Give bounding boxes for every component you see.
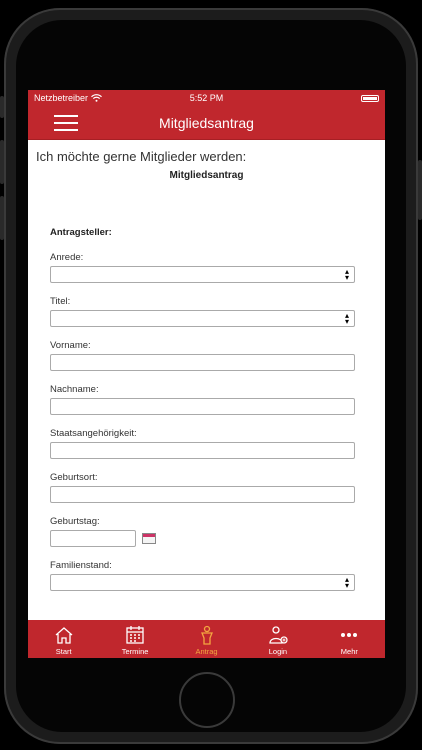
tab-start[interactable]: Start — [28, 620, 99, 658]
battery-icon — [361, 94, 379, 102]
tab-label: Start — [55, 647, 72, 656]
anrede-field: Anrede: ▴ ▾ — [50, 252, 355, 283]
volume-up-button — [0, 140, 4, 184]
familienstand-label: Familienstand: — [50, 560, 112, 571]
nachname-field: Nachname: — [50, 384, 355, 415]
familienstand-field: Familienstand: ▴ ▾ — [50, 560, 355, 591]
form-subtitle: Mitgliedsantrag — [169, 170, 244, 181]
tab-login[interactable]: Login — [242, 620, 313, 658]
geburtsort-label: Geburtsort: — [50, 472, 98, 483]
user-add-icon — [269, 626, 288, 644]
tab-antrag[interactable]: Antrag — [171, 620, 242, 658]
geburtsort-input[interactable] — [50, 486, 355, 503]
nachname-label: Nachname: — [50, 384, 99, 395]
volume-down-button — [0, 196, 4, 240]
titel-select[interactable]: ▴ ▾ — [50, 310, 355, 327]
mute-switch — [0, 96, 4, 118]
vorname-input[interactable] — [50, 354, 355, 371]
carrier-label: Netzbetreiber — [34, 93, 89, 103]
page-title: Mitgliedsantrag — [159, 114, 254, 131]
staat-input[interactable] — [50, 442, 355, 459]
nachname-input[interactable] — [50, 398, 355, 415]
chevron-updown-icon: ▴ ▾ — [344, 267, 349, 282]
power-button — [418, 160, 422, 220]
person-icon — [200, 625, 213, 645]
tab-bar: Start Termine Antrag Login Mehr — [28, 620, 385, 658]
vorname-label: Vorname: — [50, 340, 91, 351]
staat-label: Staatsangehörigkeit: — [50, 428, 137, 439]
calendar-icon — [126, 626, 144, 644]
date-row — [50, 530, 355, 547]
titel-field: Titel: ▴ ▾ — [50, 296, 355, 327]
staat-field: Staatsangehörigkeit: — [50, 428, 355, 459]
nav-bar: Mitgliedsantrag — [28, 106, 385, 140]
chevron-updown-icon: ▴ ▾ — [344, 311, 349, 326]
vorname-field: Vorname: — [50, 340, 355, 371]
titel-label: Titel: — [50, 296, 71, 307]
tab-label: Mehr — [340, 647, 358, 656]
geburtstag-label: Geburtstag: — [50, 516, 100, 527]
app-screen: Netzbetreiber 5:52 PM Mitgliedsantrag Ic… — [28, 90, 385, 658]
section-heading: Antragsteller: — [50, 227, 112, 238]
geburtstag-input[interactable] — [50, 530, 136, 547]
tab-label: Login — [268, 647, 288, 656]
anrede-select[interactable]: ▴ ▾ — [50, 266, 355, 283]
calendar-picker-icon[interactable] — [142, 533, 156, 544]
carrier: Netzbetreiber — [34, 93, 102, 103]
tab-termine[interactable]: Termine — [99, 620, 170, 658]
form-content: Ich möchte gerne Mitglieder werden: Mitg… — [28, 140, 385, 591]
intro-text: Ich möchte gerne Mitglieder werden: — [36, 149, 247, 164]
familienstand-select[interactable]: ▴ ▾ — [50, 574, 355, 591]
geburtsort-field: Geburtsort: — [50, 472, 355, 503]
chevron-updown-icon: ▴ ▾ — [344, 575, 349, 590]
status-bar: Netzbetreiber 5:52 PM — [28, 90, 385, 106]
tab-mehr[interactable]: Mehr — [314, 620, 385, 658]
tab-label: Antrag — [195, 647, 218, 656]
home-icon — [55, 627, 73, 644]
menu-icon[interactable] — [54, 115, 78, 131]
more-icon — [341, 633, 358, 637]
wifi-icon — [91, 94, 102, 102]
tab-label: Termine — [121, 647, 149, 656]
anrede-label: Anrede: — [50, 252, 84, 263]
geburtstag-field: Geburtstag: — [50, 516, 355, 547]
home-button[interactable] — [179, 672, 235, 728]
